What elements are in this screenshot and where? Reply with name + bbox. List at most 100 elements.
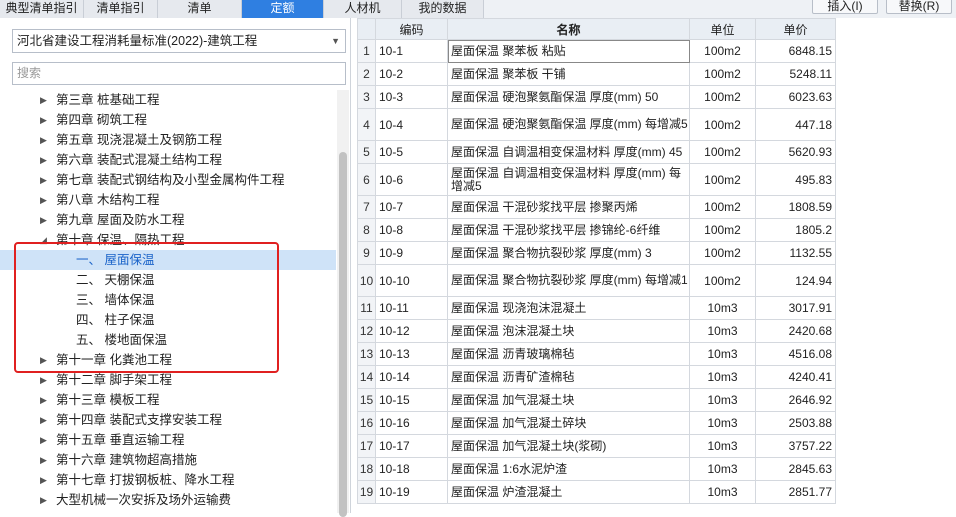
row-number[interactable]: 8 (357, 218, 376, 242)
cell-unit[interactable]: 10m3 (689, 457, 756, 481)
expand-arrow-icon[interactable]: ▶ (40, 210, 47, 230)
cell-code[interactable]: 10-12 (375, 319, 448, 343)
cell-code[interactable]: 10-3 (375, 85, 448, 109)
cell-code[interactable]: 10-9 (375, 241, 448, 265)
cell-price[interactable]: 4240.41 (755, 365, 836, 389)
insert-button[interactable]: 插入(I) (812, 0, 878, 14)
cell-price[interactable]: 447.18 (755, 108, 836, 141)
tree-node-chapter-3[interactable]: ▶ 第三章 桩基础工程 (0, 90, 336, 110)
tab-quota[interactable]: 定额 (242, 0, 324, 18)
row-number[interactable]: 2 (357, 62, 376, 86)
row-number[interactable]: 17 (357, 434, 376, 458)
cell-name[interactable]: 屋面保温 聚苯板 干铺 (447, 62, 690, 86)
table-row[interactable]: 12 10-12 屋面保温 泡沫混凝土块 10m3 2420.68 (357, 319, 836, 343)
tree-node-wall-insulation[interactable]: 三、 墙体保温 (0, 290, 336, 310)
expand-arrow-icon[interactable]: ▶ (40, 150, 47, 170)
cell-price[interactable]: 1805.2 (755, 218, 836, 242)
row-number[interactable]: 11 (357, 296, 376, 320)
cell-unit[interactable]: 100m2 (689, 140, 756, 164)
cell-code[interactable]: 10-4 (375, 108, 448, 141)
cell-unit[interactable]: 10m3 (689, 434, 756, 458)
tree-node-chapter-12[interactable]: ▶ 第十二章 脚手架工程 (0, 370, 336, 390)
tree-node-chapter-11[interactable]: ▶ 第十一章 化粪池工程 (0, 350, 336, 370)
cell-name[interactable]: 屋面保温 沥青玻璃棉毡 (447, 342, 690, 366)
expand-arrow-icon[interactable]: ▶ (40, 390, 47, 410)
table-row[interactable]: 1 10-1 屋面保温 聚苯板 粘贴 100m2 6848.15 (357, 39, 836, 63)
cell-unit[interactable]: 100m2 (689, 241, 756, 265)
table-row[interactable]: 10 10-10 屋面保温 聚合物抗裂砂浆 厚度(mm) 每增减1 100m2 124.… (357, 264, 836, 297)
row-number[interactable]: 15 (357, 388, 376, 412)
chevron-down-icon[interactable]: ▼ (331, 30, 340, 52)
table-row[interactable]: 11 10-11 屋面保温 现浇泡沫混凝土 10m3 3017.91 (357, 296, 836, 320)
cell-price[interactable]: 1808.59 (755, 195, 836, 219)
cell-unit[interactable]: 100m2 (689, 39, 756, 63)
cell-unit[interactable]: 10m3 (689, 319, 756, 343)
expand-arrow-icon[interactable]: ▶ (40, 350, 47, 370)
cell-unit[interactable]: 100m2 (689, 264, 756, 297)
cell-code[interactable]: 10-11 (375, 296, 448, 320)
tree-node-chapter-10[interactable]: ◢ 第十章 保温、隔热工程 (0, 230, 336, 250)
cell-code[interactable]: 10-8 (375, 218, 448, 242)
cell-price[interactable]: 2503.88 (755, 411, 836, 435)
cell-name[interactable]: 屋面保温 现浇泡沫混凝土 (447, 296, 690, 320)
cell-price[interactable]: 5248.11 (755, 62, 836, 86)
cell-name[interactable]: 屋面保温 炉渣混凝土 (447, 480, 690, 504)
cell-code[interactable]: 10-10 (375, 264, 448, 297)
cell-name[interactable]: 屋面保温 干混砂浆找平层 掺聚丙烯 (447, 195, 690, 219)
row-number[interactable]: 19 (357, 480, 376, 504)
cell-unit[interactable]: 10m3 (689, 480, 756, 504)
cell-unit[interactable]: 10m3 (689, 365, 756, 389)
expand-arrow-icon[interactable]: ▶ (40, 410, 47, 430)
expand-arrow-icon[interactable]: ▶ (40, 170, 47, 190)
cell-price[interactable]: 1132.55 (755, 241, 836, 265)
table-row[interactable]: 9 10-9 屋面保温 聚合物抗裂砂浆 厚度(mm) 3 100m2 1132.55 (357, 241, 836, 265)
row-number[interactable]: 1 (357, 39, 376, 63)
tree-node-chapter-8[interactable]: ▶ 第八章 木结构工程 (0, 190, 336, 210)
tab-my-data[interactable]: 我的数据 (402, 0, 484, 18)
cell-code[interactable]: 10-14 (375, 365, 448, 389)
row-number[interactable]: 4 (357, 108, 376, 141)
row-number[interactable]: 5 (357, 140, 376, 164)
cell-code[interactable]: 10-13 (375, 342, 448, 366)
expand-arrow-icon[interactable]: ▶ (40, 110, 47, 130)
table-row[interactable]: 19 10-19 屋面保温 炉渣混凝土 10m3 2851.77 (357, 480, 836, 504)
expand-arrow-icon[interactable]: ▶ (40, 90, 47, 110)
tree-node-chapter-15[interactable]: ▶ 第十五章 垂直运输工程 (0, 430, 336, 450)
cell-code[interactable]: 10-18 (375, 457, 448, 481)
table-row[interactable]: 14 10-14 屋面保温 沥青矿渣棉毡 10m3 4240.41 (357, 365, 836, 389)
cell-name[interactable]: 屋面保温 加气混凝土块 (447, 388, 690, 412)
expand-arrow-icon[interactable]: ▶ (40, 470, 47, 490)
row-number[interactable]: 6 (357, 163, 376, 196)
tree-scrollbar[interactable] (337, 90, 349, 517)
table-row[interactable]: 16 10-16 屋面保温 加气混凝土碎块 10m3 2503.88 (357, 411, 836, 435)
tree-node-column-insulation[interactable]: 四、 柱子保温 (0, 310, 336, 330)
cell-price[interactable]: 6023.63 (755, 85, 836, 109)
table-row[interactable]: 13 10-13 屋面保温 沥青玻璃棉毡 10m3 4516.08 (357, 342, 836, 366)
cell-name[interactable]: 屋面保温 加气混凝土块(浆砌) (447, 434, 690, 458)
cell-unit[interactable]: 100m2 (689, 195, 756, 219)
tree-node-floor-insulation[interactable]: 五、 楼地面保温 (0, 330, 336, 350)
column-header-name[interactable]: 名称 (447, 18, 690, 40)
row-number[interactable]: 10 (357, 264, 376, 297)
table-row[interactable]: 4 10-4 屋面保温 硬泡聚氨酯保温 厚度(mm) 每增减5 100m2 447.18 (357, 108, 836, 141)
cell-code[interactable]: 10-16 (375, 411, 448, 435)
tab-list-guide[interactable]: 清单指引 (84, 0, 158, 18)
cell-unit[interactable]: 100m2 (689, 62, 756, 86)
cell-price[interactable]: 2646.92 (755, 388, 836, 412)
cell-price[interactable]: 3017.91 (755, 296, 836, 320)
cell-code[interactable]: 10-5 (375, 140, 448, 164)
cell-code[interactable]: 10-6 (375, 163, 448, 196)
table-row[interactable]: 17 10-17 屋面保温 加气混凝土块(浆砌) 10m3 3757.22 (357, 434, 836, 458)
cell-name[interactable]: 屋面保温 加气混凝土碎块 (447, 411, 690, 435)
column-header-code[interactable]: 编码 (375, 18, 448, 40)
cell-code[interactable]: 10-1 (375, 39, 448, 63)
table-row[interactable]: 15 10-15 屋面保温 加气混凝土块 10m3 2646.92 (357, 388, 836, 412)
row-number[interactable]: 3 (357, 85, 376, 109)
cell-name[interactable]: 屋面保温 硬泡聚氨酯保温 厚度(mm) 50 (447, 85, 690, 109)
expand-arrow-icon[interactable]: ▶ (40, 370, 47, 390)
tree-node-chapter-4[interactable]: ▶ 第四章 砌筑工程 (0, 110, 336, 130)
cell-name[interactable]: 屋面保温 聚苯板 粘贴 (447, 39, 690, 63)
cell-code[interactable]: 10-7 (375, 195, 448, 219)
tree-node-chapter-17[interactable]: ▶ 第十七章 打拔钢板桩、降水工程 (0, 470, 336, 490)
tree-node-chapter-9[interactable]: ▶ 第九章 屋面及防水工程 (0, 210, 336, 230)
